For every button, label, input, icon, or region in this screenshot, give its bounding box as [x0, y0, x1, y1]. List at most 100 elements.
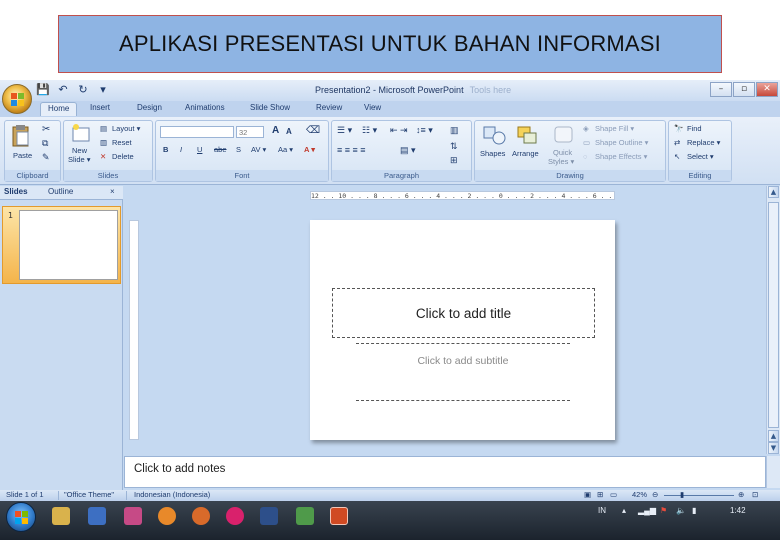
tab-insert[interactable]: Insert	[90, 103, 110, 112]
vertical-scrollbar[interactable]: ▲ ▲ ▼	[766, 186, 780, 454]
show-hidden-icons[interactable]: ▴	[622, 506, 626, 515]
flag-icon[interactable]: ⚑	[660, 506, 667, 515]
paste-icon[interactable]	[11, 124, 31, 148]
tab-animations[interactable]: Animations	[185, 103, 225, 112]
qat-dropdown-icon[interactable]: ▾	[96, 83, 110, 96]
prev-slide-icon[interactable]: ▲	[768, 430, 779, 442]
paste-button[interactable]: Paste	[13, 151, 32, 160]
maximize-button[interactable]: ▫	[733, 82, 755, 97]
format-painter-icon[interactable]: ✎	[42, 152, 50, 163]
minimize-button[interactable]: –	[710, 82, 732, 97]
font-color-button[interactable]: A ▾	[304, 145, 315, 154]
slide-thumbnail[interactable]	[19, 210, 118, 280]
reset-button[interactable]: Reset	[112, 138, 132, 147]
explorer-taskbar-icon[interactable]	[52, 507, 70, 525]
underline-button[interactable]: U	[197, 145, 202, 154]
grow-font-button[interactable]: A	[272, 125, 279, 136]
slide-canvas[interactable]: Click to add title Click to add subtitle	[310, 220, 615, 440]
tab-outline-panel[interactable]: Outline	[48, 187, 73, 196]
normal-view-icon[interactable]: ▣	[584, 490, 591, 499]
redo-icon[interactable]: ↻	[76, 83, 90, 96]
excel-taskbar-icon[interactable]	[296, 507, 314, 525]
zoom-slider-thumb[interactable]: ▮	[680, 490, 684, 499]
shape-fill-button[interactable]: Shape Fill ▾	[595, 124, 634, 133]
bold-button[interactable]: B	[163, 145, 168, 154]
find-button[interactable]: Find	[687, 124, 702, 133]
character-spacing-button[interactable]: AV ▾	[251, 145, 266, 154]
clock[interactable]: 1:42	[730, 506, 746, 515]
shapes-button[interactable]: Shapes	[480, 149, 505, 158]
align-text-icon[interactable]: ▤ ▾	[400, 145, 416, 156]
status-language[interactable]: Indonesian (Indonesia)	[134, 490, 210, 499]
scroll-up-icon[interactable]: ▲	[768, 186, 779, 198]
slide-show-icon[interactable]: ▭	[610, 490, 617, 499]
arrange-icon[interactable]	[515, 124, 541, 146]
volume-icon[interactable]: 🔈	[676, 506, 686, 515]
numbering-icon[interactable]: ☷ ▾	[362, 125, 377, 136]
powerpoint-taskbar-icon[interactable]	[330, 507, 348, 525]
word-taskbar-icon[interactable]	[260, 507, 278, 525]
tab-view[interactable]: View	[364, 103, 381, 112]
panel-close-icon[interactable]: ×	[110, 187, 115, 196]
shape-effects-button[interactable]: Shape Effects ▾	[595, 152, 647, 161]
font-name-select[interactable]	[160, 126, 234, 138]
next-slide-icon[interactable]: ▼	[768, 442, 779, 454]
office-button[interactable]	[2, 84, 32, 114]
shape-outline-button[interactable]: Shape Outline ▾	[595, 138, 648, 147]
battery-icon[interactable]: ▮	[692, 506, 696, 515]
select-button[interactable]: Select ▾	[687, 152, 714, 161]
shrink-font-button[interactable]: A	[286, 127, 292, 136]
new-slide-icon[interactable]	[70, 123, 92, 143]
quick-styles-button[interactable]: Quick	[553, 148, 572, 157]
arrange-button[interactable]: Arrange	[512, 149, 539, 158]
zoom-out-icon[interactable]: ⊖	[652, 490, 658, 499]
tab-slides-panel[interactable]: Slides	[4, 187, 28, 196]
indent-icons[interactable]: ⇤ ⇥	[390, 125, 408, 136]
language-indicator[interactable]: IN	[598, 506, 606, 515]
line-spacing-icon[interactable]: ↕≡ ▾	[416, 125, 433, 136]
slide-sorter-icon[interactable]: ⊞	[597, 490, 603, 499]
align-icons[interactable]: ≡ ≡ ≡ ≡	[337, 145, 366, 155]
zoom-level[interactable]: 42%	[632, 490, 647, 499]
strikethrough-button[interactable]: abe	[214, 145, 227, 154]
slide-thumbnail-selected[interactable]: 1	[2, 206, 121, 284]
scroll-thumb[interactable]	[768, 202, 779, 428]
tab-design[interactable]: Design	[137, 103, 162, 112]
quick-styles-dropdown[interactable]: Styles ▾	[548, 157, 574, 166]
tab-slide-show[interactable]: Slide Show	[250, 103, 290, 112]
firefox-taskbar-icon[interactable]	[158, 507, 176, 525]
tab-home[interactable]: Home	[40, 102, 78, 116]
copy-icon[interactable]: ⧉	[42, 138, 48, 149]
replace-button[interactable]: Replace ▾	[687, 138, 720, 147]
zoom-slider[interactable]	[664, 495, 734, 496]
save-icon[interactable]: 💾	[36, 83, 50, 96]
bullets-icon[interactable]: ☰ ▾	[337, 125, 352, 136]
shapes-icon[interactable]	[482, 124, 508, 146]
subtitle-placeholder[interactable]: Click to add subtitle	[356, 343, 570, 401]
columns-icon[interactable]: ▥	[450, 125, 459, 136]
app-taskbar-icon[interactable]	[226, 507, 244, 525]
layout-button[interactable]: Layout ▾	[112, 124, 140, 133]
change-case-button[interactable]: Aa ▾	[278, 145, 293, 154]
clear-formatting-icon[interactable]: ⌫	[306, 125, 320, 136]
paint-taskbar-icon[interactable]	[124, 507, 142, 525]
start-button[interactable]	[6, 502, 36, 532]
fit-to-window-icon[interactable]: ⊡	[752, 490, 758, 499]
new-slide-dropdown[interactable]: Slide ▾	[68, 155, 91, 164]
undo-icon[interactable]: ↶	[56, 83, 70, 96]
cut-icon[interactable]: ✂	[42, 124, 50, 135]
quick-styles-icon[interactable]	[552, 124, 576, 146]
font-size-select[interactable]: 32	[236, 126, 264, 138]
italic-button[interactable]: I	[180, 145, 182, 154]
close-button[interactable]: ✕	[756, 82, 778, 97]
media-player-taskbar-icon[interactable]	[88, 507, 106, 525]
tab-review[interactable]: Review	[316, 103, 342, 112]
zoom-in-icon[interactable]: ⊕	[738, 490, 744, 499]
network-icon[interactable]: ▂▄▆	[638, 506, 656, 515]
smartart-icon[interactable]: ⊞	[450, 155, 458, 166]
new-slide-button[interactable]: New	[72, 146, 87, 155]
notes-scrollbar[interactable]	[766, 456, 780, 488]
notes-pane[interactable]: Click to add notes	[124, 456, 766, 488]
title-placeholder[interactable]: Click to add title	[332, 288, 595, 338]
text-direction-icon[interactable]: ⇅	[450, 141, 458, 152]
